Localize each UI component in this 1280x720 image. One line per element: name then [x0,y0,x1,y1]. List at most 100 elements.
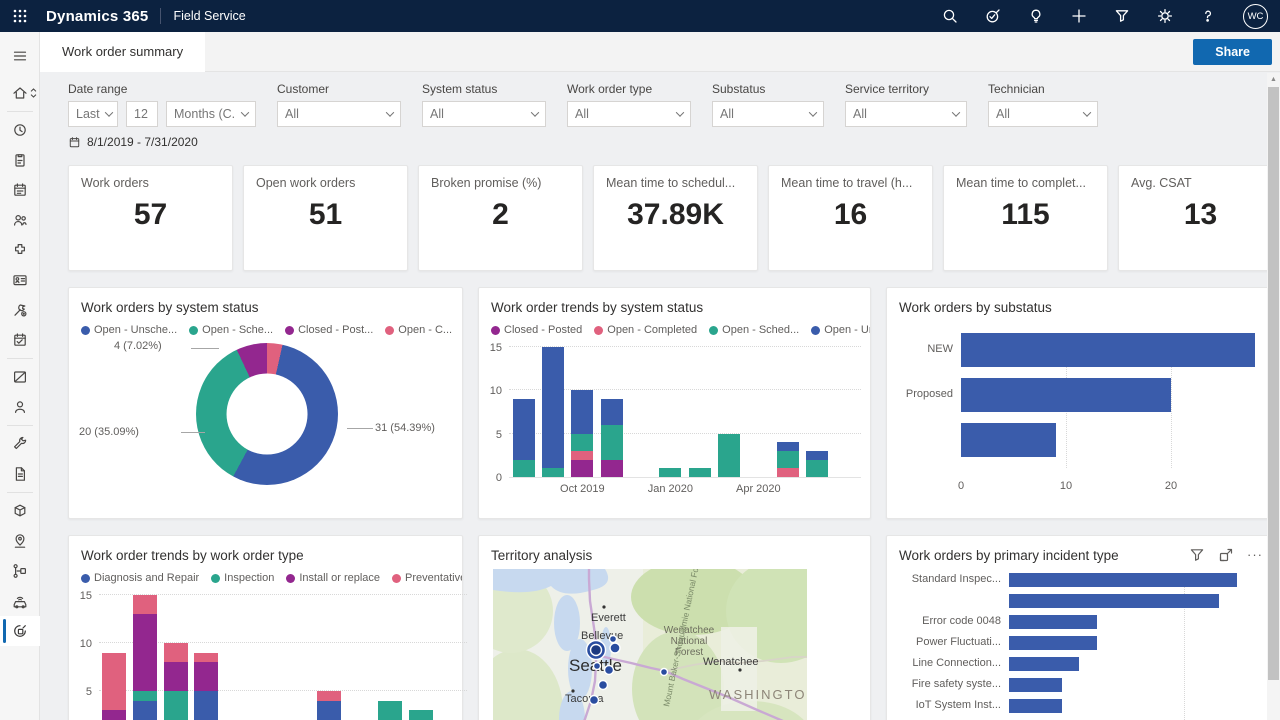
bar-segment[interactable] [542,468,564,477]
kpi-card[interactable]: Mean time to travel (h...16 [768,165,933,271]
bar-segment[interactable] [777,451,799,468]
legend-item[interactable]: Inspection [211,572,274,584]
stacked-column-May 2020[interactable] [378,701,402,720]
sidebar-item-resources[interactable] [0,205,40,235]
sidebar-item-tools[interactable] [0,295,40,325]
bar-segment[interactable] [133,691,157,701]
bar-Proposed[interactable] [961,378,1171,412]
date-count-input[interactable]: 12 [126,101,158,127]
bar-segment[interactable] [601,399,623,425]
bar-segment[interactable] [571,390,593,433]
kpi-card[interactable]: Broken promise (%)2 [418,165,583,271]
legend-item[interactable]: Closed - Post... [285,324,373,336]
date-mode-dropdown[interactable]: Last [68,101,118,127]
bar-segment[interactable] [601,425,623,460]
legend-item[interactable]: Preventative Mai... [392,572,462,584]
filter-dropdown[interactable]: All [845,101,967,127]
bar-unlabeled[interactable] [1009,594,1219,608]
bar-NEW[interactable] [961,333,1255,367]
stacked-column-Oct 2019[interactable] [164,643,188,720]
bar-Standard Inspec...[interactable] [1009,573,1237,587]
plus-icon[interactable] [1071,8,1087,24]
sidebar-item-id-card[interactable] [0,265,40,295]
stacked-column-Mar 2020[interactable] [317,691,341,720]
help-icon[interactable] [1200,8,1216,24]
scrollbar-thumb[interactable] [1268,87,1279,680]
bar-Error code 0048[interactable] [1009,615,1097,629]
bar-segment[interactable] [659,468,681,477]
bar-segment[interactable] [513,399,535,460]
stacked-column-Nov 2019[interactable] [601,399,623,477]
stacked-column-Oct 2019[interactable] [571,390,593,477]
bar-segment[interactable] [571,460,593,477]
filter-dropdown[interactable]: All [988,101,1098,127]
settings-icon[interactable] [1157,8,1173,24]
sidebar-item-briefcase[interactable] [0,362,40,392]
sidebar-item-network[interactable] [0,556,40,586]
sidebar-item-schedule[interactable] [0,175,40,205]
sidebar-item-document[interactable] [0,459,40,489]
legend-item[interactable]: Open - Sched... [709,324,799,336]
kpi-card[interactable]: Open work orders51 [243,165,408,271]
bar-segment[interactable] [571,451,593,460]
legend-item[interactable]: Open - Unsche... [81,324,177,336]
stacked-column-Sep 2019[interactable] [133,595,157,720]
app-name[interactable]: Field Service [173,9,245,23]
bar-segment[interactable] [133,595,157,614]
stacked-column-Nov 2019[interactable] [194,653,218,720]
sidebar-item-bookings[interactable] [0,325,40,355]
bar-segment[interactable] [806,460,828,477]
bar-segment[interactable] [601,460,623,477]
bar-segment[interactable] [777,468,799,477]
sidebar-item-analytics[interactable] [0,616,40,646]
sidebar-item-menu[interactable] [0,38,40,74]
bar-segment[interactable] [513,460,535,477]
stacked-column-Aug 2019[interactable] [513,399,535,477]
bar-segment[interactable] [571,434,593,451]
territory-map[interactable]: Wenatchee National Forest Mount Baker-Sn… [493,569,856,720]
kpi-card[interactable]: Mean time to complet...115 [943,165,1108,271]
app-launcher-icon[interactable] [8,4,32,28]
bar-segment[interactable] [194,662,218,691]
brand-title[interactable]: Dynamics 365 [46,8,148,25]
legend-item[interactable]: Open - C... [385,324,452,336]
kpi-card[interactable]: Work orders57 [68,165,233,271]
bar-segment[interactable] [777,442,799,451]
stacked-column-Feb 2020[interactable] [689,468,711,477]
bar-unlabeled[interactable] [961,423,1056,457]
bar-Line Connection...[interactable] [1009,657,1079,671]
tab-work-order-summary[interactable]: Work order summary [40,32,205,72]
legend-item[interactable]: Open - Sche... [189,324,273,336]
sidebar-item-home[interactable] [0,78,40,108]
filter-dropdown[interactable]: All [712,101,824,127]
date-unit-dropdown[interactable]: Months (C... [166,101,256,127]
sidebar-item-fleet[interactable] [0,586,40,616]
bar-segment[interactable] [317,691,341,701]
kpi-card[interactable]: Mean time to schedul...37.89K [593,165,758,271]
stacked-column-Jan 2020[interactable] [659,468,681,477]
sidebar-item-territories[interactable] [0,526,40,556]
stacked-column-Aug 2019[interactable] [102,653,126,720]
user-avatar[interactable]: WC [1243,4,1268,29]
filter-dropdown[interactable]: All [422,101,546,127]
bar-segment[interactable] [164,691,188,720]
sidebar-item-recent[interactable] [0,115,40,145]
scrollbar-up-arrow[interactable]: ▲ [1267,73,1280,83]
bar-segment[interactable] [378,701,402,720]
page-scrollbar[interactable]: ▲ [1267,73,1280,720]
bar-segment[interactable] [102,710,126,720]
bar-segment[interactable] [409,710,433,720]
sidebar-item-work-orders[interactable] [0,145,40,175]
bar-segment[interactable] [689,468,711,477]
bar-IoT System Inst...[interactable] [1009,699,1062,713]
lightbulb-icon[interactable] [1028,8,1044,24]
bar-segment[interactable] [718,434,740,477]
more-options-icon[interactable]: ··· [1247,551,1263,559]
filter-icon[interactable] [1114,8,1130,24]
check-circle-icon[interactable] [985,8,1001,24]
sidebar-item-person[interactable] [0,392,40,422]
bar-Fire safety syste...[interactable] [1009,678,1062,692]
legend-item[interactable]: Diagnosis and Repair [81,572,199,584]
bar-segment[interactable] [542,347,564,468]
legend-item[interactable]: Closed - Posted [491,324,582,336]
